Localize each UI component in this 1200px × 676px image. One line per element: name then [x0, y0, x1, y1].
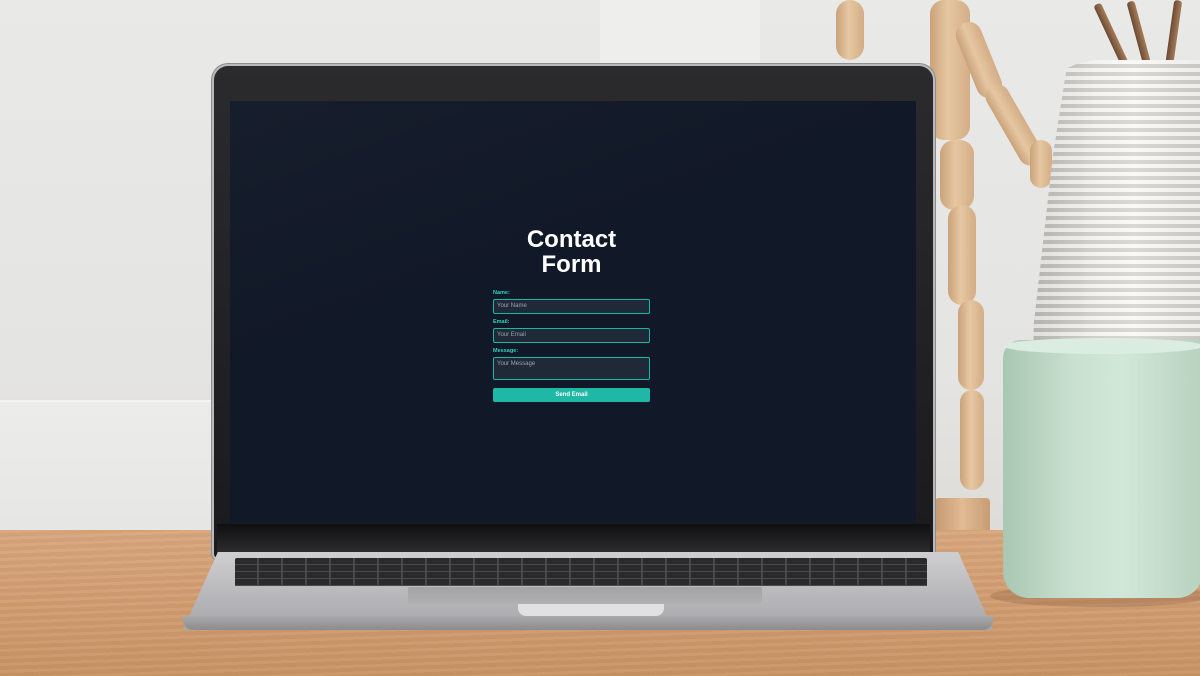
- mint-mug: [1003, 340, 1200, 598]
- laptop-open-notch: [518, 604, 664, 616]
- email-label: Email:: [493, 319, 510, 325]
- mug-rim: [1003, 338, 1200, 354]
- name-label: Name:: [493, 290, 510, 296]
- page-title: Contact Form: [493, 227, 650, 277]
- laptop-front-edge: [183, 616, 993, 630]
- name-input[interactable]: Your Name: [493, 299, 650, 314]
- email-input[interactable]: Your Email: [493, 328, 650, 343]
- photo-scene: Contact Form Name: Your Name Email: Your…: [0, 0, 1200, 676]
- message-label: Message:: [493, 348, 519, 354]
- wall-baseboard: [0, 400, 230, 532]
- mannequin-base: [935, 498, 990, 534]
- send-email-button[interactable]: Send Email: [493, 388, 650, 402]
- laptop-bottom-bezel: [217, 524, 930, 554]
- message-textarea[interactable]: Your Message: [493, 357, 650, 380]
- title-line-1: Contact: [526, 226, 617, 253]
- laptop-screen: Contact Form Name: Your Name Email: Your…: [230, 101, 916, 523]
- wall-panel: [600, 0, 760, 70]
- contact-form: Contact Form Name: Your Name Email: Your…: [493, 227, 650, 402]
- title-line-2: Form: [541, 251, 602, 278]
- laptop-trackpad: [408, 587, 762, 604]
- laptop-keyboard: [235, 558, 927, 586]
- form-body: Name: Your Name Email: Your Email Messag…: [493, 290, 650, 402]
